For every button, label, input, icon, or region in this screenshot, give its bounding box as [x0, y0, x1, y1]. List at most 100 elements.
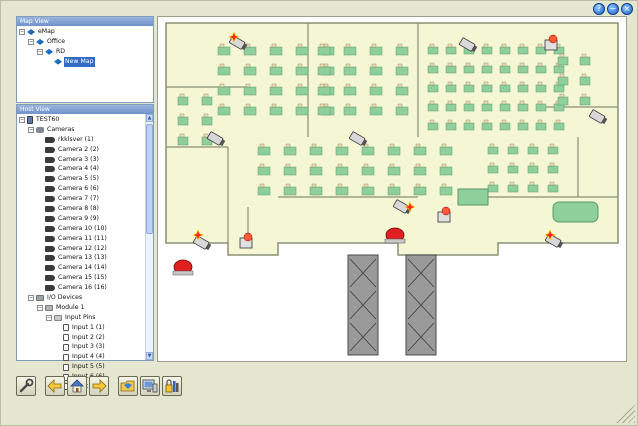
scroll-up-icon[interactable]: ▲: [146, 114, 153, 122]
collapse-icon[interactable]: −: [46, 314, 52, 321]
chair: [179, 113, 185, 118]
lock-tools-button[interactable]: [162, 376, 182, 396]
chair: [285, 183, 291, 188]
io-alert-icon: [548, 34, 558, 44]
tree-item[interactable]: − I/O Devices: [19, 293, 153, 303]
chair: [581, 93, 587, 98]
tree-item[interactable]: Camera 4 (4): [19, 164, 153, 174]
tree-item[interactable]: Input 2 (2): [19, 333, 153, 343]
chair: [537, 62, 543, 67]
chair: [483, 81, 489, 86]
monitor-button[interactable]: [140, 376, 160, 396]
settings-wrench-button[interactable]: [16, 376, 36, 396]
chair: [285, 163, 291, 168]
tree-item[interactable]: Camera 16 (16): [19, 283, 153, 293]
chair: [509, 162, 515, 167]
resize-grip[interactable]: [613, 405, 635, 423]
close-icon[interactable]: ×: [621, 3, 633, 15]
chair: [549, 181, 555, 186]
collapse-icon[interactable]: −: [37, 48, 43, 55]
tree-item[interactable]: Camera 7 (7): [19, 194, 153, 204]
tree-item[interactable]: Camera 6 (6): [19, 184, 153, 194]
tree-item[interactable]: Input 4 (4): [19, 352, 153, 362]
chair: [271, 83, 277, 88]
floor-plan-canvas[interactable]: [158, 17, 626, 361]
tree-item-label: Camera 12 (12): [58, 244, 107, 252]
tree-item[interactable]: − Office: [19, 37, 153, 47]
scroll-down-icon[interactable]: ▼: [146, 352, 153, 360]
desk: [343, 106, 357, 116]
tree-item[interactable]: Camera 3 (3): [19, 155, 153, 165]
collapse-icon[interactable]: −: [28, 126, 34, 133]
tree-item[interactable]: − RD: [19, 47, 153, 57]
tree-item[interactable]: Camera 8 (8): [19, 204, 153, 214]
collapse-icon[interactable]: −: [37, 304, 43, 311]
tree-item[interactable]: − TEST60: [19, 115, 153, 125]
desk: [463, 122, 475, 131]
floor-plan-map[interactable]: [157, 16, 627, 362]
tree-item[interactable]: Input 1 (1): [19, 323, 153, 333]
tree-item[interactable]: Camera 11 (11): [19, 234, 153, 244]
desk: [317, 106, 331, 116]
chair: [371, 83, 377, 88]
chair: [311, 143, 317, 148]
tree-item[interactable]: − Cameras: [19, 125, 153, 135]
tree-item-label: eMap: [38, 28, 55, 35]
desk: [427, 122, 439, 131]
collapse-icon[interactable]: −: [28, 38, 34, 45]
chair: [319, 103, 325, 108]
tree-item[interactable]: New Map: [19, 56, 153, 67]
chair: [245, 63, 251, 68]
desk: [309, 186, 323, 196]
floor-outline: [165, 22, 619, 256]
desk: [295, 106, 309, 116]
desk: [445, 65, 457, 74]
chair: [271, 43, 277, 48]
desk: [243, 106, 257, 116]
desk: [557, 76, 569, 86]
tree-item[interactable]: − Module 1: [19, 303, 153, 313]
tree-item-label: Camera 2 (2): [58, 145, 99, 153]
desk: [295, 86, 309, 96]
scroll-thumb[interactable]: [146, 124, 153, 234]
forward-arrow-icon: [92, 379, 107, 393]
chair: [271, 103, 277, 108]
tree-item[interactable]: Camera 10 (10): [19, 224, 153, 234]
collapse-icon[interactable]: −: [19, 116, 25, 123]
chair: [519, 62, 525, 67]
desk: [553, 65, 565, 74]
tree-item[interactable]: Camera 5 (5): [19, 174, 153, 184]
home-button[interactable]: [67, 376, 87, 396]
desk: [527, 165, 539, 174]
tree-item[interactable]: Camera 15 (15): [19, 273, 153, 283]
tree-item[interactable]: rkklsver (1): [19, 135, 153, 145]
desk: [395, 66, 409, 76]
minimize-icon[interactable]: −: [607, 3, 619, 15]
host-view-scrollbar[interactable]: ▲ ▼: [145, 114, 153, 360]
map-folder-button[interactable]: [118, 376, 138, 396]
help-icon[interactable]: ?: [593, 3, 605, 15]
chair: [371, 43, 377, 48]
back-button[interactable]: [45, 376, 65, 396]
forward-button[interactable]: [89, 376, 109, 396]
tree-item[interactable]: Camera 2 (2): [19, 145, 153, 155]
desk: [499, 84, 511, 93]
tree-item[interactable]: − eMap: [19, 27, 153, 37]
tree-item[interactable]: Camera 9 (9): [19, 214, 153, 224]
tree-item[interactable]: Input 3 (3): [19, 342, 153, 352]
chair: [489, 162, 495, 167]
io-alert-icon: [441, 206, 451, 216]
collapse-icon[interactable]: −: [28, 294, 34, 301]
tree-item[interactable]: Camera 13 (13): [19, 253, 153, 263]
desk: [481, 122, 493, 131]
tree-item-label: Camera 15 (15): [58, 274, 107, 282]
chair: [489, 143, 495, 148]
tree-item[interactable]: Input 5 (5): [19, 362, 153, 372]
tree-item[interactable]: Camera 12 (12): [19, 244, 153, 254]
collapse-icon[interactable]: −: [19, 28, 25, 35]
chair: [245, 103, 251, 108]
chair: [319, 83, 325, 88]
chair: [415, 163, 421, 168]
tree-item[interactable]: Camera 14 (14): [19, 263, 153, 273]
tree-item[interactable]: − Input Pins: [19, 313, 153, 323]
